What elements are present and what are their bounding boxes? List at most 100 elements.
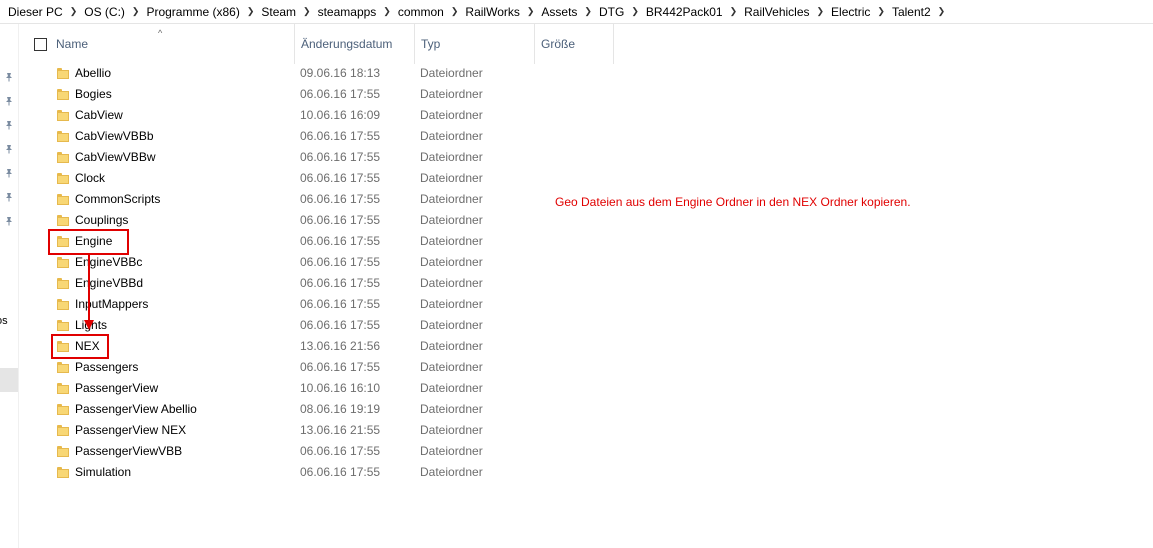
file-row[interactable]: PassengerView Abellio 08.06.16 19:19 Datei… xyxy=(20,399,580,420)
file-row[interactable]: CabView 10.06.16 16:09 Dateiordner xyxy=(20,105,580,126)
file-type: Dateiordner xyxy=(420,129,483,143)
file-name: PassengerView xyxy=(75,381,159,395)
folder-icon xyxy=(57,404,69,415)
folder-icon xyxy=(57,446,69,457)
file-row[interactable]: Passengers 06.06.16 17:55 Dateiordner xyxy=(20,357,580,378)
file-row[interactable]: EngineVBBc 06.06.16 17:55 Dateiordner xyxy=(20,252,580,273)
file-row[interactable]: Lights 06.06.16 17:55 Dateiordner xyxy=(20,315,580,336)
folder-icon xyxy=(57,173,69,184)
pin-icon[interactable] xyxy=(4,72,14,82)
file-name: Simulation xyxy=(75,465,132,479)
file-date: 09.06.16 18:13 xyxy=(300,66,381,80)
file-row[interactable]: Clock 06.06.16 17:55 Dateiordner xyxy=(20,168,580,189)
column-size-label: Größe xyxy=(541,37,576,51)
file-type: Dateiordner xyxy=(420,465,483,479)
breadcrumb-item[interactable]: OS (C:) xyxy=(84,5,125,19)
file-row[interactable]: CommonScripts 06.06.16 17:55 Dateiordner xyxy=(20,189,580,210)
annotation-text: Geo Dateien aus dem Engine Ordner in den… xyxy=(555,195,911,209)
chevron-right-icon[interactable]: ❯ xyxy=(938,6,946,17)
chevron-right-icon[interactable]: ❯ xyxy=(383,6,391,17)
file-date: 06.06.16 17:55 xyxy=(300,318,381,332)
breadcrumb-item[interactable]: Talent2 xyxy=(892,5,931,19)
file-type: Dateiordner xyxy=(420,171,483,185)
breadcrumb-item[interactable]: BR442Pack01 xyxy=(646,5,723,19)
chevron-right-icon[interactable]: ❯ xyxy=(247,6,255,17)
folder-icon xyxy=(57,278,69,289)
breadcrumb-item[interactable]: Steam xyxy=(261,5,296,19)
pin-icon[interactable] xyxy=(4,120,14,130)
chevron-right-icon[interactable]: ❯ xyxy=(451,6,459,17)
file-row[interactable]: PassengerViewVBB 06.06.16 17:55 Dateiordne… xyxy=(20,441,580,462)
breadcrumb-item[interactable]: DTG xyxy=(599,5,624,19)
highlight-nex xyxy=(51,334,109,359)
file-name: PassengerViewVBB xyxy=(75,444,183,458)
file-row[interactable]: Abellio 09.06.16 18:13 Dateiordner xyxy=(20,63,580,84)
column-name[interactable]: Name xyxy=(50,24,295,64)
breadcrumb: Dieser PC ❯ OS (C:) ❯ Programme (x86) ❯ Steam ❯… xyxy=(0,0,1153,24)
chevron-right-icon[interactable]: ❯ xyxy=(132,6,140,17)
file-type: Dateiordner xyxy=(420,276,483,290)
pin-icon[interactable] xyxy=(4,216,14,226)
chevron-right-icon[interactable]: ❯ xyxy=(303,6,311,17)
nav-selected-item[interactable] xyxy=(0,368,18,392)
file-date: 06.06.16 17:55 xyxy=(300,171,381,185)
breadcrumb-item[interactable]: Assets xyxy=(541,5,577,19)
file-row[interactable]: Bogies 06.06.16 17:55 Dateiordner xyxy=(20,84,580,105)
column-size[interactable]: Größe xyxy=(535,24,614,64)
folder-icon xyxy=(57,320,69,331)
chevron-right-icon[interactable]: ❯ xyxy=(70,6,78,17)
file-name: EngineVBBd xyxy=(75,276,144,290)
chevron-right-icon[interactable]: ❯ xyxy=(817,6,825,17)
file-type: Dateiordner xyxy=(420,381,483,395)
file-type: Dateiordner xyxy=(420,360,483,374)
file-date: 13.06.16 21:55 xyxy=(300,423,381,437)
chevron-right-icon[interactable]: ❯ xyxy=(527,6,535,17)
file-row[interactable]: EngineVBBd 06.06.16 17:55 Dateiordner xyxy=(20,273,580,294)
file-row[interactable]: Simulation 06.06.16 17:55 Dateiordner xyxy=(20,462,580,483)
file-type: Dateiordner xyxy=(420,66,483,80)
breadcrumb-item[interactable]: Electric xyxy=(831,5,870,19)
file-name: CabViewVBBb xyxy=(75,129,154,143)
breadcrumb-item[interactable]: Programme (x86) xyxy=(146,5,239,19)
select-all-checkbox[interactable] xyxy=(34,38,47,51)
file-type: Dateiordner xyxy=(420,339,483,353)
file-row[interactable]: CabViewVBBw 06.06.16 17:55 Dateiordner xyxy=(20,147,580,168)
file-name: CabViewVBBw xyxy=(75,150,156,164)
file-row[interactable]: PassengerView NEX 13.06.16 21:55 Dateiordn… xyxy=(20,420,580,441)
chevron-right-icon[interactable]: ❯ xyxy=(584,6,592,17)
chevron-right-icon[interactable]: ❯ xyxy=(730,6,738,17)
pin-icon[interactable] xyxy=(4,192,14,202)
breadcrumb-item[interactable]: Dieser PC xyxy=(8,5,63,19)
breadcrumb-item[interactable]: steamapps xyxy=(318,5,377,19)
file-type: Dateiordner xyxy=(420,108,483,122)
file-date: 06.06.16 17:55 xyxy=(300,213,381,227)
pin-icon[interactable] xyxy=(4,168,14,178)
arrow-down-icon xyxy=(84,320,94,330)
pin-icon[interactable] xyxy=(4,144,14,154)
breadcrumb-item[interactable]: RailVehicles xyxy=(744,5,809,19)
pin-icon[interactable] xyxy=(4,96,14,106)
file-date: 08.06.16 19:19 xyxy=(300,402,381,416)
file-row[interactable]: PassengerView 10.06.16 16:10 Dateiordner xyxy=(20,378,580,399)
folder-icon xyxy=(57,110,69,121)
file-row[interactable]: InputMappers 06.06.16 17:55 Dateiordner xyxy=(20,294,580,315)
file-name: EngineVBBc xyxy=(75,255,143,269)
folder-icon xyxy=(57,425,69,436)
column-date[interactable]: Änderungsdatum xyxy=(295,24,415,64)
file-date: 06.06.16 17:55 xyxy=(300,192,381,206)
annotation-arrow xyxy=(88,254,90,322)
file-type: Dateiordner xyxy=(420,150,483,164)
file-date: 06.06.16 17:55 xyxy=(300,297,381,311)
folder-icon xyxy=(57,362,69,373)
chevron-right-icon[interactable]: ❯ xyxy=(631,6,639,17)
column-type[interactable]: Typ xyxy=(415,24,535,64)
folder-icon xyxy=(57,194,69,205)
breadcrumb-item[interactable]: RailWorks xyxy=(465,5,519,19)
breadcrumb-item[interactable]: common xyxy=(398,5,444,19)
file-row[interactable]: Couplings 06.06.16 17:55 Dateiordner xyxy=(20,210,580,231)
nav-item-label[interactable]: os xyxy=(0,315,18,327)
chevron-right-icon[interactable]: ❯ xyxy=(877,6,885,17)
file-name: InputMappers xyxy=(75,297,149,311)
file-row[interactable]: CabViewVBBb 06.06.16 17:55 Dateiordner xyxy=(20,126,580,147)
folder-icon xyxy=(57,215,69,226)
